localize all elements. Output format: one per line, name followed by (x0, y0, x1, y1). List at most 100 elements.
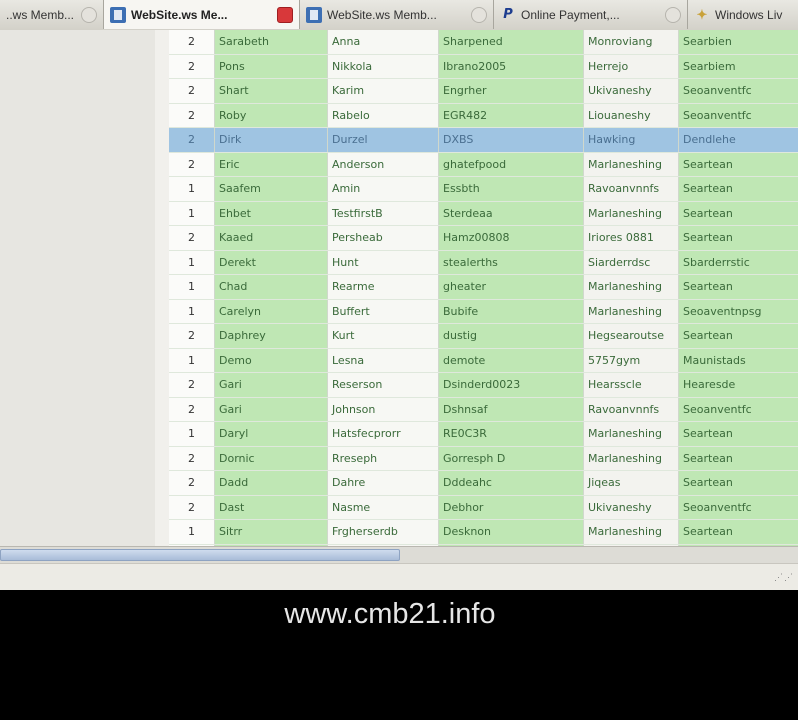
table-cell[interactable]: Seartean (678, 421, 798, 447)
table-cell[interactable]: Reserson (327, 372, 439, 398)
table-row[interactable]: 2 Dornic Rreseph Gorresph D Marlaneshing Sear… (169, 446, 798, 471)
table-cell[interactable]: Shart (214, 78, 328, 104)
table-row[interactable]: 1DemoLesnademote5757gymMaunistads26- (169, 348, 798, 373)
table-cell[interactable]: Marlaneshing (583, 152, 679, 177)
table-cell[interactable]: 1 (169, 274, 215, 300)
table-cell[interactable]: Dahre (327, 470, 439, 496)
close-tab-icon[interactable] (81, 6, 97, 23)
table-cell[interactable]: DXBS (438, 127, 584, 153)
table-row[interactable]: 1 Ehbet TestfirstB Sterdeaa Marlaneshing Sear… (169, 201, 798, 226)
table-row[interactable]: 2RobyRabeloEGR482LiouaneshySeoanventfc16… (169, 103, 798, 128)
table-cell[interactable]: Pons (214, 54, 328, 79)
table-cell[interactable]: 1 (169, 348, 215, 373)
table-cell[interactable]: Seoaventnpsg (678, 299, 798, 324)
table-cell[interactable]: Anna (327, 30, 439, 55)
table-cell[interactable]: Engrher (438, 78, 584, 104)
table-cell[interactable]: Seartean (678, 152, 798, 177)
tab-5[interactable]: ✦ Windows Liv (688, 0, 798, 29)
table-cell[interactable]: Seartean (678, 274, 798, 300)
table-cell[interactable]: Anderson (327, 152, 439, 177)
table-cell[interactable]: Desknon (438, 519, 584, 545)
table-cell[interactable]: 2 (169, 30, 215, 55)
table-cell[interactable]: Seartean (678, 176, 798, 202)
table-cell[interactable]: Debhor (438, 495, 584, 520)
table-cell[interactable]: Ravoanvnnfs (583, 176, 679, 202)
table-cell[interactable]: Jiqeas (583, 470, 679, 496)
table-cell[interactable]: Marlaneshing (583, 299, 679, 324)
table-cell[interactable]: Seartean (678, 225, 798, 251)
table-cell[interactable]: Marlaneshing (583, 446, 679, 471)
table-cell[interactable]: Hatsfecprorr (327, 421, 439, 447)
table-row[interactable]: 1ChadRearmegheaterMarlaneshingSeartean22… (169, 274, 798, 300)
table-cell[interactable]: Gari (214, 372, 328, 398)
table-cell[interactable]: Marlaneshing (583, 421, 679, 447)
table-cell[interactable]: Gari (214, 397, 328, 422)
table-cell[interactable]: Essbth (438, 176, 584, 202)
table-cell[interactable]: Roby (214, 103, 328, 128)
table-cell[interactable]: Hearesde (678, 372, 798, 398)
table-cell[interactable]: Seartean (678, 470, 798, 496)
table-cell[interactable]: Marlaneshing (583, 519, 679, 545)
table-cell[interactable]: 1 (169, 176, 215, 202)
table-row[interactable]: 2 Eric Anderson ghatefpood Marlaneshing Seart… (169, 152, 798, 177)
table-cell[interactable]: Daryl (214, 421, 328, 447)
table-cell[interactable]: Monroviang (583, 30, 679, 55)
table-cell[interactable]: Searbiem (678, 54, 798, 79)
table-cell[interactable]: 1 (169, 299, 215, 324)
table-cell[interactable]: Hegsearoutse (583, 323, 679, 349)
table-cell[interactable]: Ehbet (214, 201, 328, 226)
table-cell[interactable]: Ibrano2005 (438, 54, 584, 79)
table-cell[interactable]: Eric (214, 152, 328, 177)
close-tab-icon[interactable] (471, 6, 487, 23)
table-cell[interactable]: Sterdeaa (438, 201, 584, 226)
table-cell[interactable]: Chad (214, 274, 328, 300)
table-cell[interactable]: Nikkola (327, 54, 439, 79)
table-cell[interactable]: Frgherserdb (327, 519, 439, 545)
tab-2-active[interactable]: WebSite.ws Me... (104, 0, 300, 29)
table-cell[interactable]: Rreseph (327, 446, 439, 471)
table-cell[interactable]: Seoanventfc (678, 397, 798, 422)
table-cell[interactable]: 2 (169, 54, 215, 79)
table-cell[interactable]: 2 (169, 495, 215, 520)
table-cell[interactable]: Dornic (214, 446, 328, 471)
table-cell[interactable]: Seartean (678, 323, 798, 349)
table-cell[interactable]: 1 (169, 421, 215, 447)
table-cell[interactable]: Marlaneshing (583, 274, 679, 300)
table-cell[interactable]: Siarderrdsc (583, 250, 679, 275)
table-row[interactable]: 2ShartKarimEngrherUkivaneshySeoanventfc2… (169, 78, 798, 104)
horizontal-scrollbar[interactable] (0, 546, 798, 563)
table-cell[interactable]: Johnson (327, 397, 439, 422)
table-cell[interactable]: 2 (169, 127, 215, 153)
table-cell[interactable]: Seoanventfc (678, 495, 798, 520)
table-row[interactable]: 2 Sarabeth Anna Sharpened Monroviang Searbien… (169, 30, 798, 55)
table-cell[interactable]: Demo (214, 348, 328, 373)
table-cell[interactable]: Herrejo (583, 54, 679, 79)
table-cell[interactable]: Karim (327, 78, 439, 104)
table-cell[interactable]: Sarabeth (214, 30, 328, 55)
table-row[interactable]: 1 Derekt Hunt stealerths Siarderrdsc Sbarderr… (169, 250, 798, 275)
table-row[interactable]: 2DaphreyKurtdustigHegsearoutseSeartean06… (169, 323, 798, 349)
table-row[interactable]: 2 Gari Reserson Dsinderd0023 Hearsscle Heares… (169, 372, 798, 398)
table-cell[interactable]: Ukivaneshy (583, 495, 679, 520)
table-row[interactable]: 2DastNasmeDebhorUkivaneshySeoanventfc30- (169, 495, 798, 520)
table-row[interactable]: 1 Carelyn Buffert Bubife Marlaneshing Seoaven… (169, 299, 798, 324)
table-cell[interactable]: 2 (169, 225, 215, 251)
table-cell[interactable]: stealerths (438, 250, 584, 275)
table-cell[interactable]: 2 (169, 470, 215, 496)
table-cell[interactable]: Hamz00808 (438, 225, 584, 251)
table-cell[interactable]: 1 (169, 519, 215, 545)
table-cell[interactable]: Dadd (214, 470, 328, 496)
table-cell[interactable]: Buffert (327, 299, 439, 324)
table-row[interactable]: 2DaddDahreDddeahcJiqeasSeartean30- (169, 470, 798, 496)
table-cell[interactable]: Daphrey (214, 323, 328, 349)
table-cell[interactable]: Maunistads (678, 348, 798, 373)
table-cell[interactable]: Kaaed (214, 225, 328, 251)
table-cell[interactable]: Dsinderd0023 (438, 372, 584, 398)
table-cell[interactable]: Dendlehe (678, 127, 798, 153)
table-cell[interactable]: Hawking (583, 127, 679, 153)
table-cell[interactable]: Dast (214, 495, 328, 520)
table-cell[interactable]: Lesna (327, 348, 439, 373)
table-cell[interactable]: Ravoanvnnfs (583, 397, 679, 422)
table-cell[interactable]: Bubife (438, 299, 584, 324)
table-cell[interactable]: 2 (169, 103, 215, 128)
